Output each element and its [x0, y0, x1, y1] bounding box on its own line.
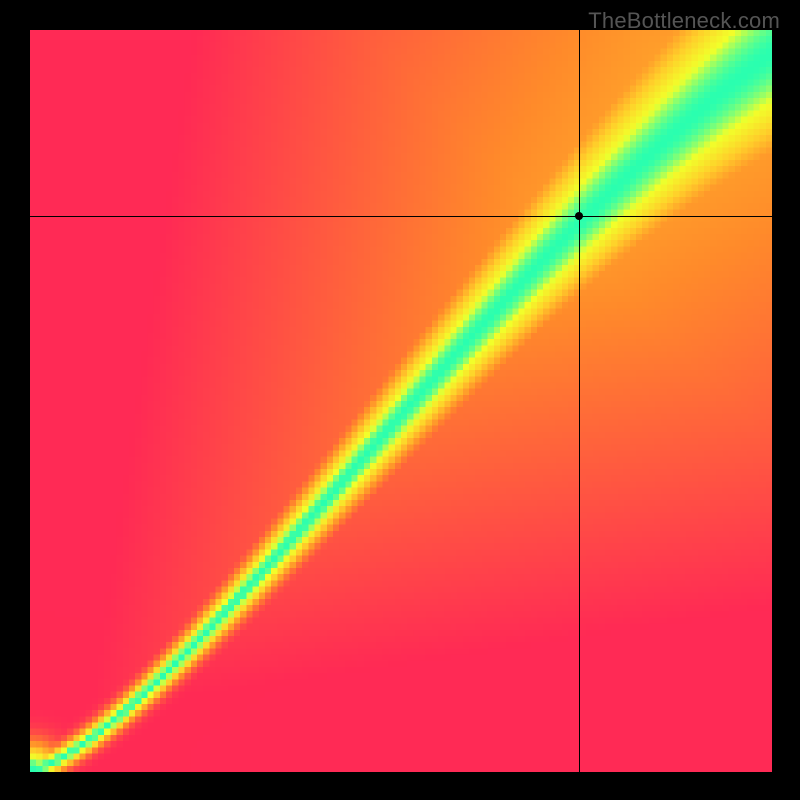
crosshair-horizontal — [30, 216, 772, 217]
crosshair-vertical — [579, 30, 580, 772]
marker-dot — [575, 212, 583, 220]
axis-bottom-border — [30, 772, 772, 774]
axis-right-border — [772, 30, 774, 772]
heatmap-canvas — [30, 30, 772, 772]
watermark-text: TheBottleneck.com — [588, 8, 780, 34]
heatmap-plot-area — [30, 30, 772, 772]
